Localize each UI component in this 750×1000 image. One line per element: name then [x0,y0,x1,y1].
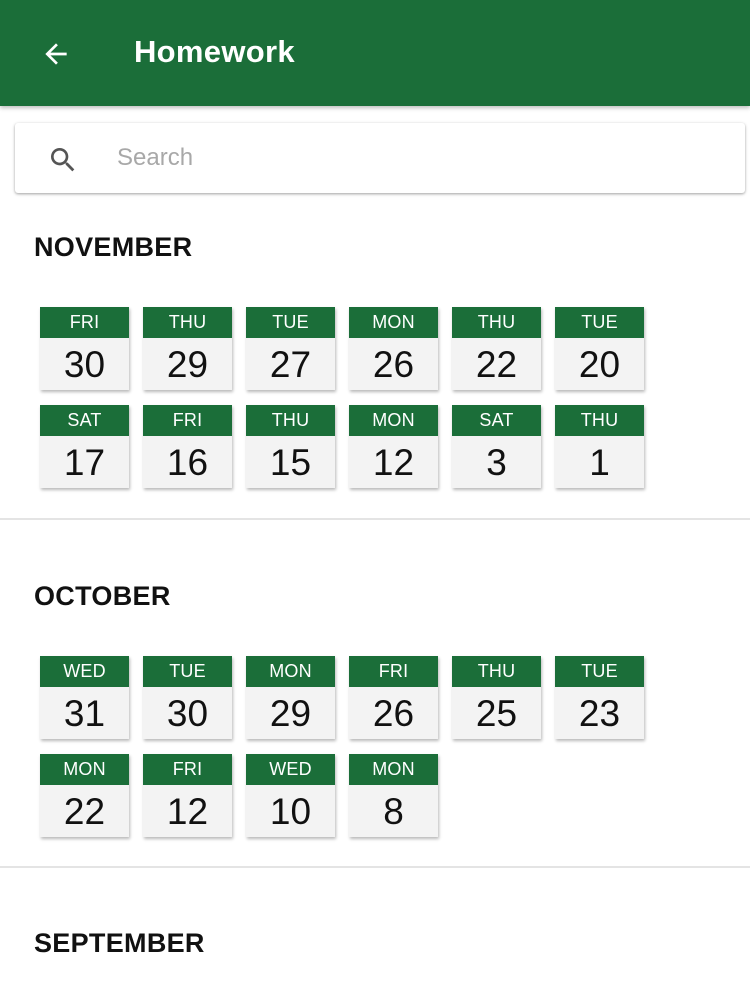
date-tile[interactable]: FRI 16 [143,405,232,488]
date-tile[interactable]: WED 31 [40,656,129,739]
tile-date-number: 1 [589,442,610,483]
tile-date-number: 29 [269,693,312,734]
arrow-back-icon [45,43,67,65]
tile-weekday: THU [246,405,335,436]
section-divider [0,866,750,868]
tile-date-number: 26 [372,693,415,734]
tile-weekday: TUE [246,307,335,338]
tile-weekday: MON [40,754,129,785]
tile-weekday: WED [246,754,335,785]
tile-weekday: THU [452,307,541,338]
search-bar[interactable] [15,123,745,193]
date-tile[interactable]: FRI 12 [143,754,232,837]
date-tile[interactable]: SAT 3 [452,405,541,488]
tile-date-number: 8 [383,791,404,832]
page-title: Homework [134,34,295,69]
date-tile[interactable]: THU 22 [452,307,541,390]
tile-weekday: MON [349,405,438,436]
date-tile[interactable]: SAT 17 [40,405,129,488]
date-tile[interactable]: THU 1 [555,405,644,488]
tile-weekday: MON [349,754,438,785]
tile-date-number: 12 [372,442,415,483]
month-heading-september: SEPTEMBER [34,928,205,958]
date-tile[interactable]: MON 12 [349,405,438,488]
date-tile[interactable]: MON 22 [40,754,129,837]
tile-date-number: 20 [578,344,621,385]
date-tile[interactable]: FRI 30 [40,307,129,390]
tile-weekday: TUE [143,656,232,687]
tile-date-number: 25 [475,693,518,734]
tile-weekday: MON [246,656,335,687]
tile-date-number: 15 [269,442,312,483]
tile-weekday: FRI [40,307,129,338]
tile-weekday: MON [349,307,438,338]
tile-date-number: 26 [372,344,415,385]
tile-date-number: 12 [166,791,209,832]
search-icon [51,148,75,172]
date-tile[interactable]: TUE 23 [555,656,644,739]
tile-date-number: 22 [475,344,518,385]
tile-date-number: 10 [269,791,312,832]
date-tile[interactable]: TUE 30 [143,656,232,739]
date-tile[interactable]: THU 25 [452,656,541,739]
back-button[interactable] [28,26,84,82]
date-tile[interactable]: TUE 27 [246,307,335,390]
tile-date-number: 27 [269,344,312,385]
tile-date-number: 17 [63,442,106,483]
tile-weekday: THU [143,307,232,338]
tile-weekday: THU [452,656,541,687]
tile-date-number: 29 [166,344,209,385]
section-divider [0,518,750,520]
date-tile[interactable]: THU 29 [143,307,232,390]
month-grid-october: WED 31 TUE 30 MON 29 FRI 26 THU 25 TUE 23 MON 2… [40,656,660,837]
tile-weekday: FRI [143,405,232,436]
date-tile[interactable]: THU 15 [246,405,335,488]
month-grid-november: FRI 30 THU 29 TUE 27 MON 26 THU 22 TUE 20 SAT 1… [40,307,660,488]
tile-weekday: FRI [349,656,438,687]
tile-weekday: FRI [143,754,232,785]
tile-weekday: SAT [40,405,129,436]
date-tile[interactable]: TUE 20 [555,307,644,390]
tile-date-number: 16 [166,442,209,483]
date-tile[interactable]: WED 10 [246,754,335,837]
date-tile[interactable]: FRI 26 [349,656,438,739]
tile-date-number: 30 [63,344,106,385]
tile-date-number: 31 [63,693,106,734]
tile-date-number: 30 [166,693,209,734]
tile-date-number: 22 [63,791,106,832]
date-tile[interactable]: MON 8 [349,754,438,837]
tile-weekday: TUE [555,307,644,338]
month-heading-october: OCTOBER [34,581,171,611]
tile-date-number: 3 [486,442,507,483]
date-tile[interactable]: MON 26 [349,307,438,390]
date-tile[interactable]: MON 29 [246,656,335,739]
tile-date-number: 23 [578,693,621,734]
tile-weekday: THU [555,405,644,436]
tile-weekday: TUE [555,656,644,687]
month-heading-november: NOVEMBER [34,232,193,262]
tile-weekday: WED [40,656,129,687]
tile-weekday: SAT [452,405,541,436]
app-bar: Homework [0,0,750,106]
search-input[interactable] [115,136,715,180]
